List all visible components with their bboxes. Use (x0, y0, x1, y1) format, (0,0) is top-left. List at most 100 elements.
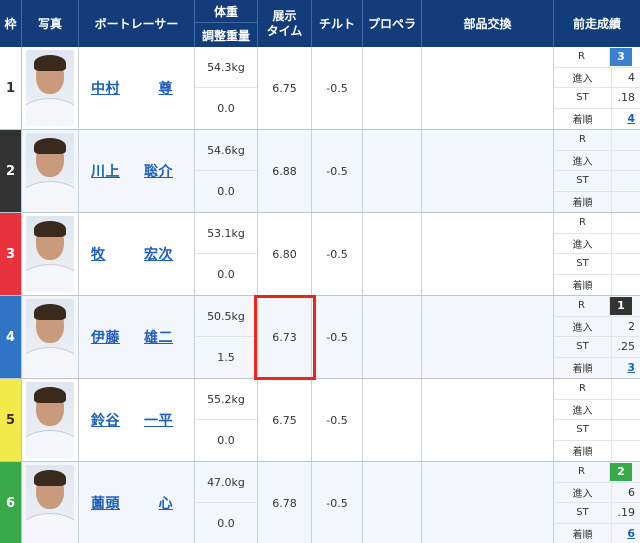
parts-exchange (422, 296, 554, 378)
header-exhibit-line2: タイム (266, 23, 303, 38)
label-st: ST (554, 88, 612, 108)
label-course: 進入 (554, 150, 612, 170)
racer-photo[interactable] (22, 213, 79, 295)
racer-name-cell: 川上 聡介 (79, 130, 195, 212)
racer-last-name: 中村 (91, 81, 120, 97)
label-finish: 着順 (554, 357, 612, 378)
parts-exchange (422, 379, 554, 461)
racer-photo[interactable] (22, 130, 79, 212)
racer-first-name: 一平 (144, 413, 173, 429)
finish-link[interactable] (612, 275, 640, 296)
body-weight: 54.3kg (195, 47, 257, 88)
st-value (612, 420, 640, 440)
racer-last-name: 鈴谷 (91, 413, 120, 429)
waku-number: 5 (0, 379, 22, 461)
adjust-weight: 0.0 (217, 102, 235, 115)
avatar (26, 382, 74, 458)
racer-first-name: 尊 (158, 81, 173, 97)
finish-link[interactable]: 4 (612, 109, 640, 130)
label-course: 進入 (554, 482, 612, 502)
finish-link[interactable]: 6 (612, 524, 640, 543)
finish-link[interactable]: 3 (612, 358, 640, 379)
racer-table: 枠 写真 ボートレーサー 体重 調整重量 展示 タイム チルト プロペラ 部品交… (0, 0, 640, 543)
racer-name-link[interactable]: 牧 宏次 (91, 244, 173, 264)
prev-results-cell: R3 進入 4 ST .18 着順 4 (554, 47, 640, 129)
parts-exchange (422, 47, 554, 129)
waku-number: 6 (0, 462, 22, 543)
race-number-badge: 2 (610, 462, 632, 481)
weight-cell: 47.0kg 0.0 (195, 462, 258, 543)
label-finish: 着順 (554, 274, 612, 295)
racer-name-link[interactable]: 薗頭 心 (91, 493, 173, 513)
header-racer: ボートレーサー (79, 0, 195, 47)
course-value: 6 (628, 485, 635, 499)
header-weight-label: 体重 (195, 0, 257, 23)
table-header: 枠 写真 ボートレーサー 体重 調整重量 展示 タイム チルト プロペラ 部品交… (0, 0, 640, 47)
label-finish: 着順 (554, 108, 612, 129)
exhibit-time: 6.88 (258, 130, 312, 212)
exhibit-time: 6.78 (258, 462, 312, 543)
racer-last-name: 伊藤 (91, 330, 120, 346)
racer-first-name: 雄二 (144, 330, 173, 346)
label-r: R (554, 296, 610, 316)
table-row: 4 伊藤 雄二 50.5kg 1.5 6.73 -0.5 R1 進入 2 ST .2… (0, 296, 640, 379)
label-finish: 着順 (554, 440, 612, 461)
adjust-weight: 0.0 (217, 434, 235, 447)
finish-link[interactable] (612, 441, 640, 462)
header-prev-results: 前走成績 (572, 17, 621, 31)
prev-results-cell: R2 進入 6 ST .19 着順 6 (554, 462, 640, 543)
body-weight: 47.0kg (195, 462, 257, 503)
label-r: R (554, 47, 610, 67)
waku-number: 2 (0, 130, 22, 212)
header-parts: 部品交換 (422, 0, 554, 47)
table-row: 6 薗頭 心 47.0kg 0.0 6.78 -0.5 R2 進入 6 ST .19… (0, 462, 640, 543)
adjust-weight: 1.5 (217, 351, 235, 364)
racer-photo[interactable] (22, 47, 79, 129)
header-adjust-label: 調整重量 (201, 28, 250, 43)
st-value (612, 254, 640, 274)
racer-name-link[interactable]: 中村 尊 (91, 78, 173, 98)
table-row: 5 鈴谷 一平 55.2kg 0.0 6.75 -0.5 R 進入 ST 着順 (0, 379, 640, 462)
waku-number: 3 (0, 213, 22, 295)
avatar (26, 216, 74, 292)
finish-link[interactable] (612, 192, 640, 213)
racer-first-name: 宏次 (144, 247, 173, 263)
adjust-weight: 0.0 (217, 268, 235, 281)
course-value (612, 400, 640, 420)
header-photo: 写真 (22, 0, 79, 47)
weight-cell: 53.1kg 0.0 (195, 213, 258, 295)
racer-name-cell: 中村 尊 (79, 47, 195, 129)
st-value: .18 (617, 91, 636, 105)
tilt-value: -0.5 (312, 296, 363, 378)
prev-results-cell: R 進入 ST 着順 (554, 213, 640, 295)
racer-photo[interactable] (22, 462, 79, 543)
racer-name-link[interactable]: 伊藤 雄二 (91, 327, 173, 347)
header-propeller: プロペラ (363, 0, 422, 47)
racer-name-link[interactable]: 鈴谷 一平 (91, 410, 173, 430)
table-row: 3 牧 宏次 53.1kg 0.0 6.80 -0.5 R 進入 ST 着順 (0, 213, 640, 296)
course-value (612, 234, 640, 254)
header-exhibit: 展示 タイム (258, 0, 312, 47)
racer-name-cell: 牧 宏次 (79, 213, 195, 295)
weight-cell: 54.3kg 0.0 (195, 47, 258, 129)
tilt-value: -0.5 (312, 379, 363, 461)
parts-exchange (422, 213, 554, 295)
label-course: 進入 (554, 399, 612, 419)
racer-photo[interactable] (22, 296, 79, 378)
label-r: R (554, 130, 612, 150)
race-number-badge: 1 (610, 296, 632, 315)
body-weight: 55.2kg (195, 379, 257, 420)
propeller-value (363, 130, 422, 212)
racer-name-cell: 伊藤 雄二 (79, 296, 195, 378)
racer-photo[interactable] (22, 379, 79, 461)
adjust-weight: 0.0 (217, 517, 235, 530)
prev-results-cell: R 進入 ST 着順 (554, 130, 640, 212)
body-weight: 53.1kg (195, 213, 257, 254)
st-value: .25 (617, 340, 636, 354)
label-course: 進入 (554, 233, 612, 253)
header-tilt: チルト (312, 0, 363, 47)
racer-name-link[interactable]: 川上 聡介 (91, 161, 173, 181)
label-course: 進入 (554, 67, 612, 87)
racer-last-name: 薗頭 (91, 496, 120, 512)
exhibit-time: 6.80 (258, 213, 312, 295)
